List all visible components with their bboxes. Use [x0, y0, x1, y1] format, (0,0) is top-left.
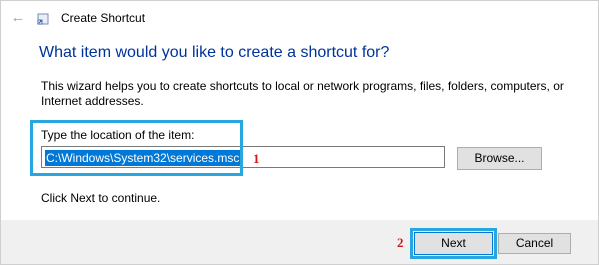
location-highlight-box: [30, 120, 243, 176]
next-button[interactable]: Next: [414, 232, 493, 255]
cancel-button[interactable]: Cancel: [498, 233, 571, 254]
wizard-description: This wizard helps you to create shortcut…: [41, 79, 564, 108]
back-arrow-icon[interactable]: ←: [9, 9, 27, 27]
browse-button[interactable]: Browse...: [457, 147, 542, 170]
window-title: Create Shortcut: [61, 11, 146, 25]
annotation-marker-1: 1: [253, 151, 260, 166]
continue-hint: Click Next to continue.: [41, 191, 161, 205]
title-bar: ← Create Shortcut: [1, 1, 598, 35]
annotation-marker-2: 2: [397, 235, 404, 250]
create-shortcut-dialog: ← Create Shortcut What item would you li…: [0, 0, 599, 265]
shortcut-icon: [37, 13, 49, 25]
page-heading: What item would you like to create a sho…: [39, 44, 390, 61]
